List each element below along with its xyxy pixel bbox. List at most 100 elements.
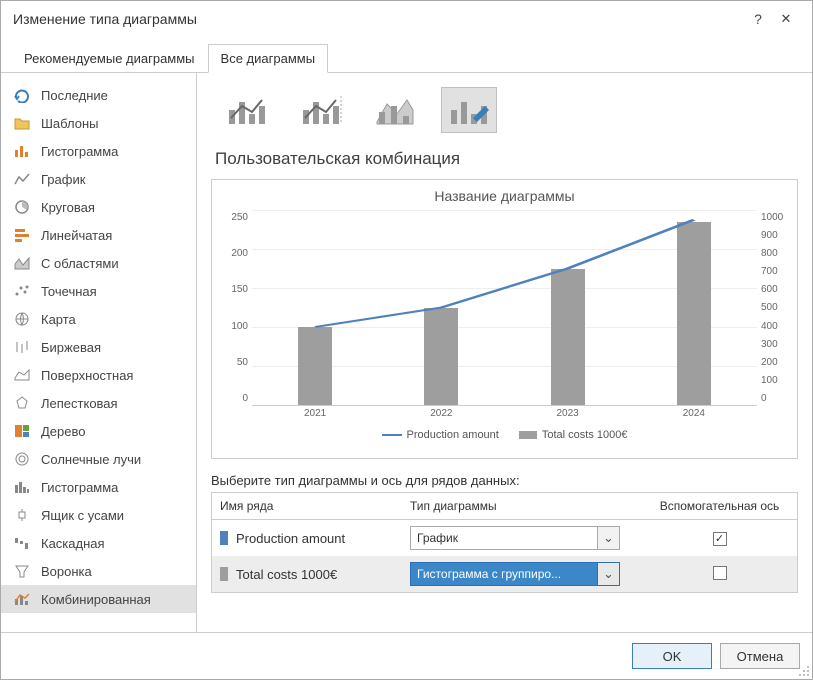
- sidebar-item-label: Гистограмма: [41, 144, 118, 159]
- chevron-down-icon: ⌄: [597, 563, 619, 585]
- resize-grip-icon[interactable]: [798, 665, 810, 677]
- sidebar-item-area[interactable]: С областями: [1, 249, 196, 277]
- surface-chart-icon: [13, 366, 31, 384]
- sidebar-item-surface[interactable]: Поверхностная: [1, 361, 196, 389]
- sidebar-item-label: Поверхностная: [41, 368, 133, 383]
- title-bar: Изменение типа диаграммы ? ✕: [1, 1, 812, 37]
- sidebar-item-label: Гистограмма: [41, 480, 118, 495]
- waterfall-icon: [13, 534, 31, 552]
- y-axis-primary: 250 200 150 100 50 0: [222, 210, 252, 406]
- chart-plot-area: 250 200 150 100 50 0: [222, 210, 787, 406]
- sidebar-item-stock[interactable]: Биржевая: [1, 333, 196, 361]
- sidebar-item-scatter[interactable]: Точечная: [1, 277, 196, 305]
- series-config-table: Имя ряда Тип диаграммы Вспомогательная о…: [211, 492, 798, 593]
- sidebar-item-label: Дерево: [41, 424, 85, 439]
- boxplot-icon: [13, 506, 31, 524]
- ok-button[interactable]: OK: [632, 643, 712, 669]
- map-icon: [13, 310, 31, 328]
- sidebar-item-sunburst[interactable]: Солнечные лучи: [1, 445, 196, 473]
- col-header-axis: Вспомогательная ось: [642, 493, 797, 519]
- sidebar-item-treemap[interactable]: Дерево: [1, 417, 196, 445]
- folder-icon: [13, 114, 31, 132]
- legend-item-line: Production amount: [382, 429, 499, 441]
- column-chart-icon: [13, 142, 31, 160]
- sidebar-item-waterfall[interactable]: Каскадная: [1, 529, 196, 557]
- line-series: [252, 210, 757, 405]
- series-name: Production amount: [236, 531, 345, 546]
- tab-strip: Рекомендуемые диаграммы Все диаграммы: [1, 43, 812, 73]
- sidebar-item-label: Солнечные лучи: [41, 452, 141, 467]
- chart-subtype-row: [211, 83, 798, 147]
- secondary-axis-checkbox-0[interactable]: ✓: [713, 532, 727, 546]
- line-chart-icon: [13, 170, 31, 188]
- section-title: Пользовательская комбинация: [215, 149, 798, 169]
- sidebar-item-histogram[interactable]: Гистограмма: [1, 473, 196, 501]
- funnel-icon: [13, 562, 31, 580]
- combo-subtype-2[interactable]: [293, 87, 349, 133]
- sidebar-item-label: Карта: [41, 312, 76, 327]
- legend-line-swatch: [382, 434, 402, 436]
- col-header-name: Имя ряда: [212, 493, 402, 519]
- x-axis: 2021 2022 2023 2024: [222, 408, 787, 419]
- sidebar-item-label: Биржевая: [41, 340, 101, 355]
- pie-chart-icon: [13, 198, 31, 216]
- series-color-chip: [220, 531, 228, 545]
- sidebar-item-label: С областями: [41, 256, 119, 271]
- sidebar-item-combo[interactable]: Комбинированная: [1, 585, 196, 613]
- sidebar-item-label: Линейчатая: [41, 228, 112, 243]
- sidebar-item-line[interactable]: График: [1, 165, 196, 193]
- sidebar-item-column[interactable]: Гистограмма: [1, 137, 196, 165]
- secondary-axis-checkbox-1[interactable]: [713, 566, 727, 580]
- series-table-header: Имя ряда Тип диаграммы Вспомогательная о…: [212, 493, 797, 520]
- content-panel: Пользовательская комбинация Название диа…: [196, 73, 812, 637]
- series-row-0: Production amount График ⌄ ✓: [212, 520, 797, 556]
- histogram-icon: [13, 478, 31, 496]
- main-area: Последние Шаблоны Гистограмма График Кру…: [1, 73, 812, 637]
- treemap-icon: [13, 422, 31, 440]
- chart-category-sidebar: Последние Шаблоны Гистограмма График Кру…: [1, 73, 196, 637]
- tab-all[interactable]: Все диаграммы: [208, 44, 329, 73]
- sidebar-item-templates[interactable]: Шаблоны: [1, 109, 196, 137]
- dialog-footer: OK Отмена: [1, 632, 812, 679]
- close-button[interactable]: ✕: [772, 11, 800, 27]
- sidebar-item-label: Воронка: [41, 564, 92, 579]
- area-chart-icon: [13, 254, 31, 272]
- chevron-down-icon: ⌄: [597, 527, 619, 549]
- sidebar-item-recent[interactable]: Последние: [1, 81, 196, 109]
- recent-icon: [13, 86, 31, 104]
- window-title: Изменение типа диаграммы: [13, 11, 744, 27]
- plot-region: [252, 210, 757, 406]
- series-name: Total costs 1000€: [236, 567, 337, 582]
- bar-chart-icon: [13, 226, 31, 244]
- sidebar-item-label: Ящик с усами: [41, 508, 124, 523]
- tab-recommended[interactable]: Рекомендуемые диаграммы: [11, 44, 208, 73]
- sunburst-icon: [13, 450, 31, 468]
- sidebar-item-radar[interactable]: Лепестковая: [1, 389, 196, 417]
- sidebar-item-label: График: [41, 172, 85, 187]
- sidebar-item-map[interactable]: Карта: [1, 305, 196, 333]
- chart-preview[interactable]: Название диаграммы 250 200 150 100 50 0: [211, 179, 798, 459]
- sidebar-item-label: Каскадная: [41, 536, 105, 551]
- radar-chart-icon: [13, 394, 31, 412]
- col-header-type: Тип диаграммы: [402, 493, 642, 519]
- legend-bar-swatch: [519, 431, 537, 439]
- series-color-chip: [220, 567, 228, 581]
- sidebar-item-funnel[interactable]: Воронка: [1, 557, 196, 585]
- stock-chart-icon: [13, 338, 31, 356]
- sidebar-item-bar[interactable]: Линейчатая: [1, 221, 196, 249]
- combo-subtype-custom[interactable]: [441, 87, 497, 133]
- cancel-button[interactable]: Отмена: [720, 643, 800, 669]
- sidebar-item-boxplot[interactable]: Ящик с усами: [1, 501, 196, 529]
- sidebar-item-label: Шаблоны: [41, 116, 99, 131]
- combo-subtype-3[interactable]: [367, 87, 423, 133]
- legend-item-bar: Total costs 1000€: [519, 429, 628, 441]
- y-axis-secondary: 1000 900 800 700 600 500 400 300 200 100…: [757, 210, 787, 406]
- combo-subtype-1[interactable]: [219, 87, 275, 133]
- help-button[interactable]: ?: [744, 11, 772, 27]
- series-type-select-1[interactable]: Гистограмма с группиро... ⌄: [410, 562, 620, 586]
- sidebar-item-label: Лепестковая: [41, 396, 118, 411]
- series-row-1: Total costs 1000€ Гистограмма с группиро…: [212, 556, 797, 592]
- chart-legend: Production amount Total costs 1000€: [222, 429, 787, 441]
- sidebar-item-pie[interactable]: Круговая: [1, 193, 196, 221]
- series-type-select-0[interactable]: График ⌄: [410, 526, 620, 550]
